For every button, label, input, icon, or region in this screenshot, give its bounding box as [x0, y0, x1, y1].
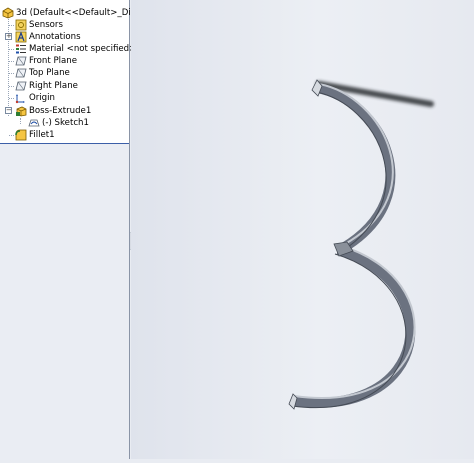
tree-guide-line — [9, 135, 14, 136]
plane-icon — [15, 55, 27, 67]
feature-manager-tree: 3d (Default<<Default>_Display St Sensors… — [0, 0, 136, 460]
plane-icon — [15, 67, 27, 79]
fillet-icon — [15, 129, 27, 141]
tree-item-label: Fillet1 — [29, 130, 55, 140]
tree-guide-line — [9, 86, 14, 87]
part-icon — [2, 7, 14, 19]
model-upper-arc — [315, 83, 396, 253]
tree-item-label: Sensors — [29, 20, 63, 30]
tree-guide-line — [8, 14, 9, 116]
annotations-icon — [15, 31, 27, 43]
sketch-icon — [28, 117, 40, 129]
model-lower-arc — [292, 245, 416, 408]
tree-guide-line — [9, 73, 14, 74]
tree-item-label: Front Plane — [29, 56, 78, 66]
sensor-icon — [15, 19, 27, 31]
tree-item-label: (-) Sketch1 — [42, 118, 89, 128]
tree-item-label: Top Plane — [29, 68, 70, 78]
3d-model-view[interactable] — [131, 0, 474, 459]
tree-guide-line — [9, 61, 14, 62]
tree-guide-line — [9, 49, 14, 50]
extrude-icon — [15, 105, 27, 117]
tree-root-label: 3d (Default<<Default>_Display St — [16, 8, 130, 18]
tree-guide-line — [20, 118, 21, 124]
plane-icon — [15, 80, 27, 92]
graphics-viewport[interactable] — [131, 0, 474, 459]
tree-item-label: Material <not specified> — [29, 44, 137, 54]
tree-guide-line — [9, 25, 14, 26]
expand-toggle[interactable]: + — [5, 33, 12, 40]
origin-icon — [15, 92, 27, 104]
tree-guide-line — [9, 98, 14, 99]
tree-root-part[interactable]: 3d (Default<<Default>_Display St — [0, 7, 130, 19]
model-upper-arc-edge — [315, 91, 387, 253]
tree-empty-area — [0, 143, 129, 460]
tree-item-label: Boss-Extrude1 — [29, 106, 92, 116]
tree-item-label: Annotations — [29, 32, 81, 42]
collapse-toggle[interactable]: − — [5, 107, 12, 114]
tree-item-label: Right Plane — [29, 81, 78, 91]
tree-item-label: Origin — [29, 93, 55, 103]
material-icon — [15, 43, 27, 55]
